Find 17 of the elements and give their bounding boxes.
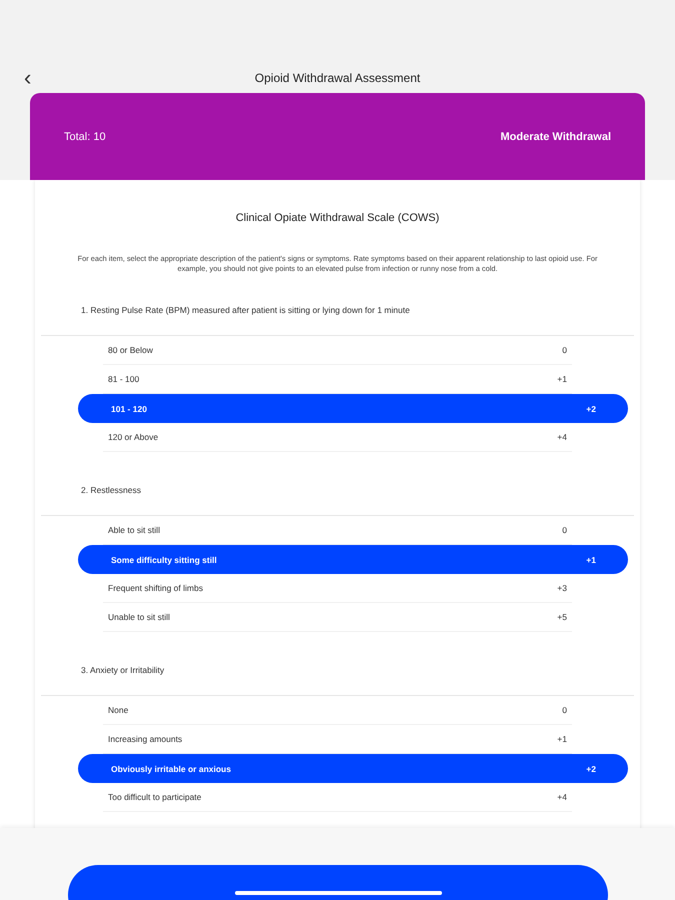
answer-option[interactable]: Too difficult to participate +4 xyxy=(103,783,572,812)
screen-title: Opioid Withdrawal Assessment xyxy=(254,71,420,85)
total-score: Total: 10 xyxy=(64,130,106,142)
scale-title: Clinical Opiate Withdrawal Scale (COWS) xyxy=(234,212,440,224)
question-title: 1. Resting Pulse Rate (BPM) measured after patient is sitting or lying down for 1 minute xyxy=(81,305,411,315)
answer-option[interactable]: 101 - 120 +2 xyxy=(78,394,628,423)
answer-option[interactable]: 80 or Below 0 xyxy=(103,336,572,365)
answer-option[interactable]: Obviously irritable or anxious +2 xyxy=(78,754,628,783)
answer-option[interactable]: Unable to sit still +5 xyxy=(103,603,572,632)
severity-label: Moderate Withdrawal xyxy=(500,130,611,142)
answer-option[interactable]: None 0 xyxy=(103,696,572,725)
answer-option[interactable]: 120 or Above +4 xyxy=(103,423,572,452)
answer-option[interactable]: Some difficulty sitting still +1 xyxy=(78,545,628,574)
question-title: 3. Anxiety or Irritability xyxy=(81,665,166,675)
question-title: 2. Restlessness xyxy=(81,485,142,495)
back-button[interactable]: ‹ xyxy=(20,67,36,89)
answer-option[interactable]: Frequent shifting of limbs +3 xyxy=(103,574,572,603)
